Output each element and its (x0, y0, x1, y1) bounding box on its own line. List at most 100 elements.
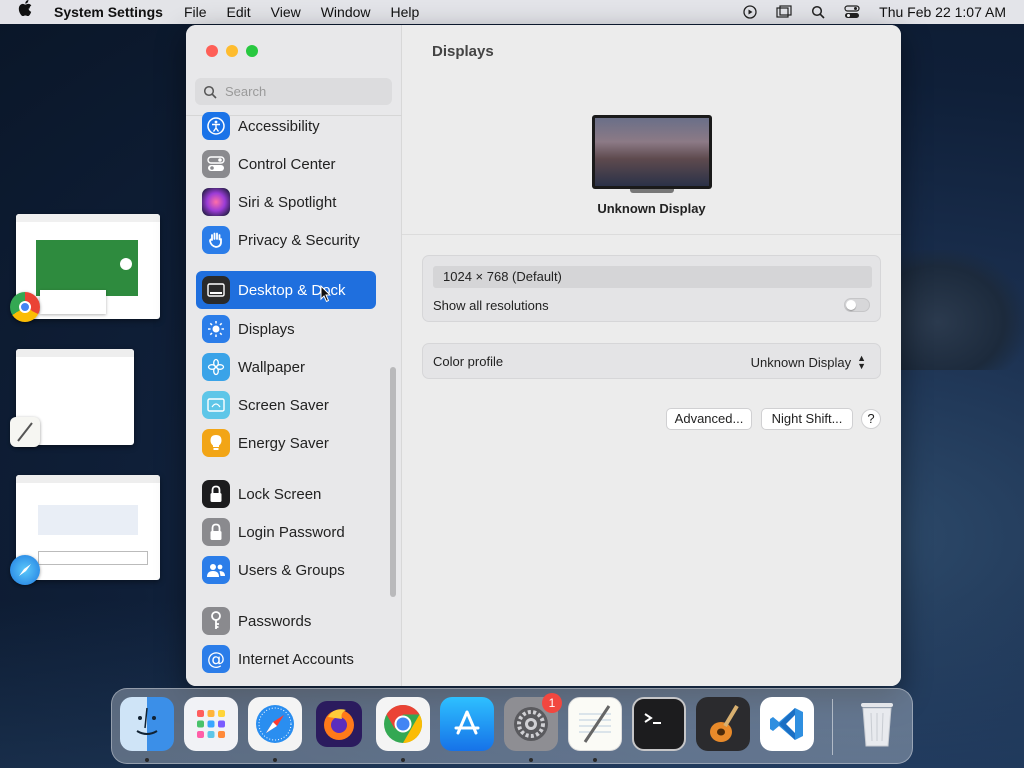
garageband-dock-icon[interactable] (696, 697, 750, 751)
control-center-icon (202, 150, 230, 178)
sidebar-item-displays[interactable]: Displays (196, 310, 376, 348)
sidebar-item-passwords[interactable]: Passwords (196, 602, 376, 640)
menu-edit[interactable]: Edit (227, 4, 251, 20)
resolution-group: 1024 × 768 (Default) Show all resolution… (422, 255, 881, 322)
sidebar-item-lock-screen[interactable]: Lock Screen (196, 475, 376, 513)
sidebar-item-control-center[interactable]: Control Center (196, 145, 376, 183)
menu-bar: System Settings File Edit View Window He… (0, 0, 1024, 24)
mouse-cursor (320, 284, 332, 306)
content-divider (402, 234, 901, 235)
firefox-dock-icon[interactable] (312, 697, 366, 751)
search-icon[interactable] (809, 5, 827, 19)
sidebar-item-label: Passwords (238, 612, 312, 630)
hand-icon (202, 226, 230, 254)
sidebar-item-screen-saver[interactable]: Screen Saver (196, 386, 376, 424)
menu-clock[interactable]: Thu Feb 22 1:07 AM (879, 4, 1006, 20)
display-preview: Unknown Display (402, 85, 901, 235)
at-icon: @ (202, 645, 230, 673)
sidebar-item-label: Wallpaper (238, 358, 305, 376)
chrome-thumbnail-icon (10, 292, 40, 322)
page-title: Displays (432, 43, 494, 60)
safari-thumbnail-icon (10, 555, 40, 585)
accessibility-icon (202, 112, 230, 140)
dock-icon (202, 276, 230, 304)
sidebar-item-label: Displays (238, 320, 295, 338)
sidebar-item-wallpaper[interactable]: Wallpaper (196, 348, 376, 386)
sidebar-item-privacy-security[interactable]: Privacy & Security (196, 221, 376, 259)
menu-help[interactable]: Help (391, 4, 420, 20)
sidebar-item-label: Internet Accounts (238, 650, 354, 668)
vscode-dock-icon[interactable] (760, 697, 814, 751)
sidebar: Search Accessibility Control Center Siri… (186, 25, 402, 686)
window-icon[interactable] (775, 5, 793, 19)
sidebar-item-label: Users & Groups (238, 561, 345, 579)
apple-menu-icon[interactable] (18, 0, 40, 24)
flower-icon (202, 353, 230, 381)
sidebar-item-desktop-dock[interactable]: Desktop & Dock (196, 271, 376, 309)
color-profile-label: Color profile (433, 354, 504, 369)
main-content: Displays Unknown Display 1024 × 768 (Def… (402, 25, 901, 686)
sidebar-item-label: Control Center (238, 155, 336, 173)
users-icon (202, 556, 230, 584)
app-store-dock-icon[interactable] (440, 697, 494, 751)
dock-separator (832, 699, 833, 755)
safari-dock-icon[interactable] (248, 697, 302, 751)
color-profile-value: Unknown Display (750, 354, 852, 370)
system-settings-window: Search Accessibility Control Center Siri… (186, 25, 901, 686)
search-placeholder: Search (225, 84, 267, 99)
textedit-thumbnail-icon (10, 417, 40, 447)
help-button[interactable]: ? (861, 409, 881, 429)
system-settings-dock-icon[interactable]: 1 (504, 693, 562, 751)
lock-icon (202, 480, 230, 508)
play-circle-icon[interactable] (741, 5, 759, 19)
menu-app-name[interactable]: System Settings (54, 4, 163, 20)
menu-view[interactable]: View (271, 4, 301, 20)
advanced-button[interactable]: Advanced... (666, 408, 752, 430)
minimize-button[interactable] (226, 45, 238, 57)
menu-file[interactable]: File (184, 4, 207, 20)
close-button[interactable] (206, 45, 218, 57)
dock: 1 (111, 688, 913, 764)
bulb-icon (202, 429, 230, 457)
show-all-resolutions-label: Show all resolutions (433, 298, 549, 313)
trash-dock-icon[interactable] (850, 697, 904, 751)
finder-running-indicator (145, 758, 149, 762)
screen-saver-icon (202, 391, 230, 419)
sidebar-item-label: Login Password (238, 523, 345, 541)
textedit-dock-icon[interactable] (568, 697, 622, 751)
search-field[interactable]: Search (195, 78, 392, 105)
night-shift-button[interactable]: Night Shift... (761, 408, 853, 430)
menu-window[interactable]: Window (321, 4, 371, 20)
desktop-island (880, 250, 1024, 370)
sidebar-item-label: Screen Saver (238, 396, 329, 414)
sidebar-item-label: Siri & Spotlight (238, 193, 337, 211)
launchpad-dock-icon[interactable] (184, 697, 238, 751)
chevron-updown-icon: ▲ ▼ (857, 353, 866, 371)
display-name: Unknown Display (597, 201, 706, 216)
sidebar-item-users-groups[interactable]: Users & Groups (196, 551, 376, 589)
terminal-dock-icon[interactable] (632, 697, 686, 751)
sidebar-item-siri-spotlight[interactable]: Siri & Spotlight (196, 183, 376, 221)
safari-running-indicator (273, 758, 277, 762)
color-profile-group: Color profile Unknown Display ▲ ▼ (422, 343, 881, 379)
color-profile-popup[interactable]: Unknown Display ▲ ▼ (750, 353, 866, 371)
resolution-field[interactable]: 1024 × 768 (Default) (433, 266, 872, 288)
padlock-icon (202, 518, 230, 546)
chrome-running-indicator (401, 758, 405, 762)
chrome-dock-icon[interactable] (376, 697, 430, 751)
textedit-running-indicator (593, 758, 597, 762)
finder-dock-icon[interactable] (120, 697, 174, 751)
sun-icon (202, 315, 230, 343)
sidebar-item-label: Accessibility (238, 117, 320, 135)
control-center-icon[interactable] (843, 5, 861, 19)
sidebar-item-label: Privacy & Security (238, 231, 360, 249)
sidebar-item-internet-accounts[interactable]: @ Internet Accounts (196, 640, 376, 678)
notification-badge: 1 (542, 693, 562, 713)
sidebar-scrollbar[interactable] (390, 367, 396, 597)
sidebar-item-login-password[interactable]: Login Password (196, 513, 376, 551)
monitor-icon (592, 115, 712, 189)
show-all-resolutions-toggle[interactable] (844, 298, 870, 312)
sidebar-item-accessibility[interactable]: Accessibility (196, 107, 376, 145)
zoom-button[interactable] (246, 45, 258, 57)
sidebar-item-energy-saver[interactable]: Energy Saver (196, 424, 376, 462)
